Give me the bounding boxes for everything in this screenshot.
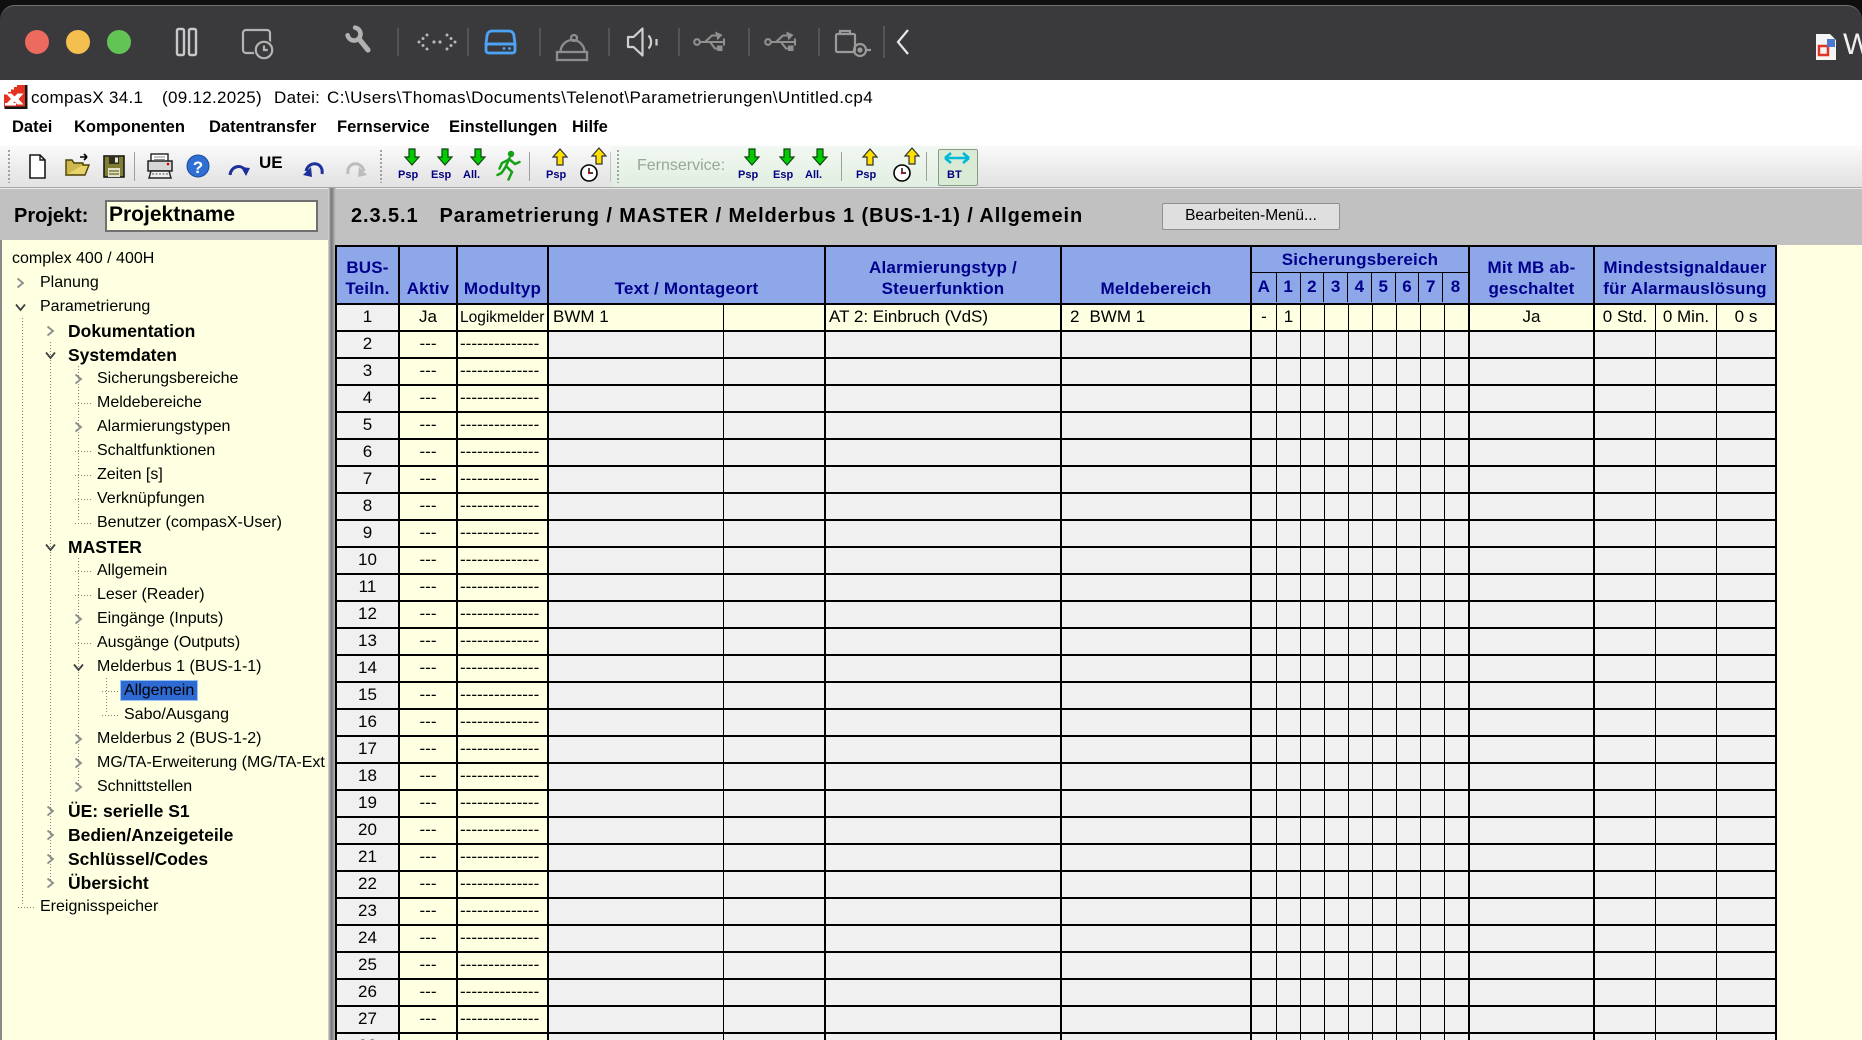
svg-text:W: W bbox=[1843, 28, 1862, 61]
svg-text:?: ? bbox=[193, 158, 203, 177]
